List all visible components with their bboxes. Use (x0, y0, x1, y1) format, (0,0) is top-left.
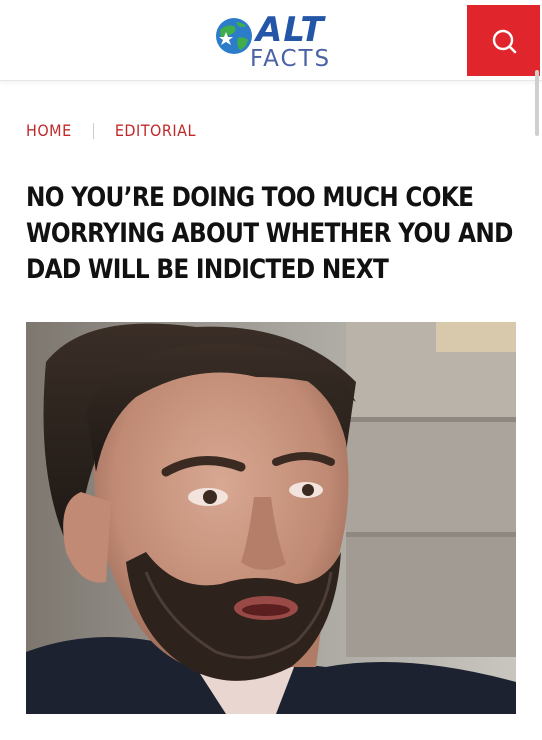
breadcrumb: HOME EDITORIAL (26, 120, 196, 142)
page: ALT FACTS HOME EDITORIAL NO YOU’RE DOING… (0, 0, 542, 740)
site-logo[interactable]: ALT FACTS (212, 10, 352, 72)
breadcrumb-home-link[interactable]: HOME (26, 121, 72, 140)
headline-line: NO YOU’RE DOING TOO MUCH COKE (26, 182, 474, 213)
globe-icon (216, 18, 252, 54)
article-featured-image (26, 322, 516, 714)
search-button[interactable] (467, 5, 540, 76)
site-header: ALT FACTS (0, 0, 542, 81)
breadcrumb-separator (92, 122, 94, 139)
logo-alt-text: ALT (256, 10, 325, 50)
logo-facts-text: FACTS (250, 46, 332, 72)
photo-of-bearded-man (26, 322, 516, 714)
headline-line: DAD WILL BE INDICTED NEXT (26, 254, 389, 285)
breadcrumb-editorial-link[interactable]: EDITORIAL (115, 121, 196, 140)
article-headline: NO YOU’RE DOING TOO MUCH COKE WORRYING A… (26, 180, 516, 288)
scrollbar-thumb[interactable] (535, 70, 539, 136)
headline-line: WORRYING ABOUT WHETHER YOU AND (26, 218, 513, 249)
search-icon (492, 29, 517, 54)
